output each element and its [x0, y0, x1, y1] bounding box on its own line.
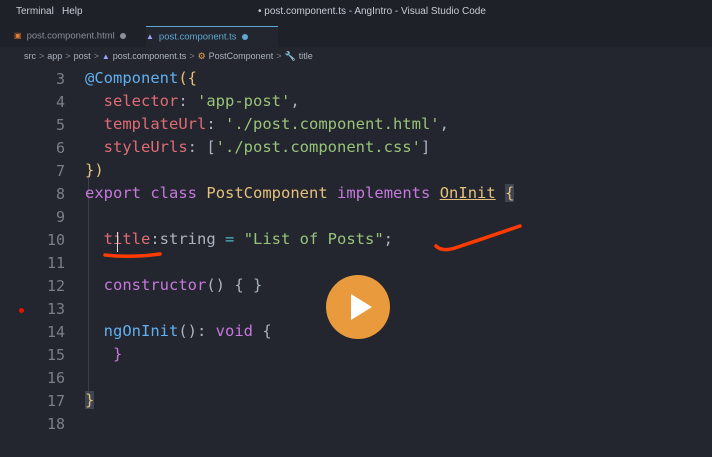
code-line: styleUrls: ['./post.component.css'] — [103, 138, 431, 156]
html-file-icon: ▣ — [14, 31, 22, 40]
code-line: templateUrl: './post.component.html', — [103, 115, 449, 133]
code-line: }) — [85, 161, 104, 179]
code-line: @Component({ — [85, 69, 197, 87]
angular-icon: ▲ — [101, 52, 110, 61]
line-number: 3 — [55, 70, 65, 88]
line-number: 4 — [55, 93, 65, 111]
breadcrumb-item[interactable]: PostComponent — [209, 51, 274, 61]
window-title: • post.component.ts - AngIntro - Visual … — [258, 6, 486, 17]
code-line: title:string = "List of Posts"; — [103, 230, 394, 248]
menu-help[interactable]: Help — [62, 6, 83, 17]
breakpoint-icon[interactable] — [19, 308, 24, 313]
breadcrumb-item[interactable]: title — [299, 51, 313, 61]
line-number: 11 — [46, 254, 65, 272]
line-number: 17 — [46, 392, 65, 410]
tab-post-component-ts[interactable]: ▲ post.component.ts — [146, 26, 278, 47]
line-number: 12 — [46, 277, 65, 295]
line-number: 18 — [46, 415, 65, 433]
breadcrumb-item[interactable]: src — [24, 51, 36, 61]
menu-terminal[interactable]: Terminal — [16, 6, 54, 17]
unsaved-dot-icon — [241, 34, 248, 40]
code-editor[interactable]: 3 4 5 6 7 8 9 10 11 12 13 14 15 16 17 18… — [0, 65, 712, 457]
line-number: 5 — [55, 116, 65, 134]
class-symbol-icon: ⚙ — [197, 51, 206, 61]
text-cursor — [117, 232, 118, 252]
title-bar: Terminal Help • post.component.ts - AngI… — [0, 0, 712, 26]
breadcrumb: src > app > post > ▲ post.component.ts > ⚙ PostCom… — [24, 51, 313, 61]
tab-post-component-html[interactable]: ▣ post.component.html — [14, 26, 146, 47]
tab-label: post.component.html — [26, 30, 115, 42]
play-icon — [351, 294, 372, 320]
line-number: 9 — [55, 208, 65, 226]
play-button[interactable] — [326, 275, 390, 339]
breadcrumb-item[interactable]: app — [47, 51, 62, 61]
breadcrumb-item[interactable]: post.component.ts — [113, 51, 187, 61]
code-line: } — [113, 345, 123, 363]
code-line: selector: 'app-post', — [103, 92, 300, 110]
line-number: 16 — [46, 369, 65, 387]
line-number: 15 — [46, 346, 65, 364]
line-number: 6 — [55, 139, 65, 157]
unsaved-dot-icon — [119, 33, 126, 39]
line-number: 13 — [46, 300, 65, 318]
code-line: ngOnInit(): void { — [103, 322, 272, 340]
breadcrumb-item[interactable]: post — [74, 51, 91, 61]
code-line: export class PostComponent implements On… — [85, 184, 515, 202]
line-number: 7 — [55, 162, 65, 180]
code-line: constructor() { } — [103, 276, 263, 294]
line-number: 8 — [55, 185, 65, 203]
line-number: 10 — [46, 231, 65, 249]
line-number: 14 — [46, 323, 65, 341]
tab-label: post.component.ts — [158, 31, 237, 43]
wrench-icon: 🔧 — [284, 51, 296, 61]
code-line: } — [85, 391, 95, 409]
angular-icon: ▲ — [146, 32, 154, 41]
tab-bar: ▣ post.component.html ▲ post.component.ts — [0, 26, 712, 47]
